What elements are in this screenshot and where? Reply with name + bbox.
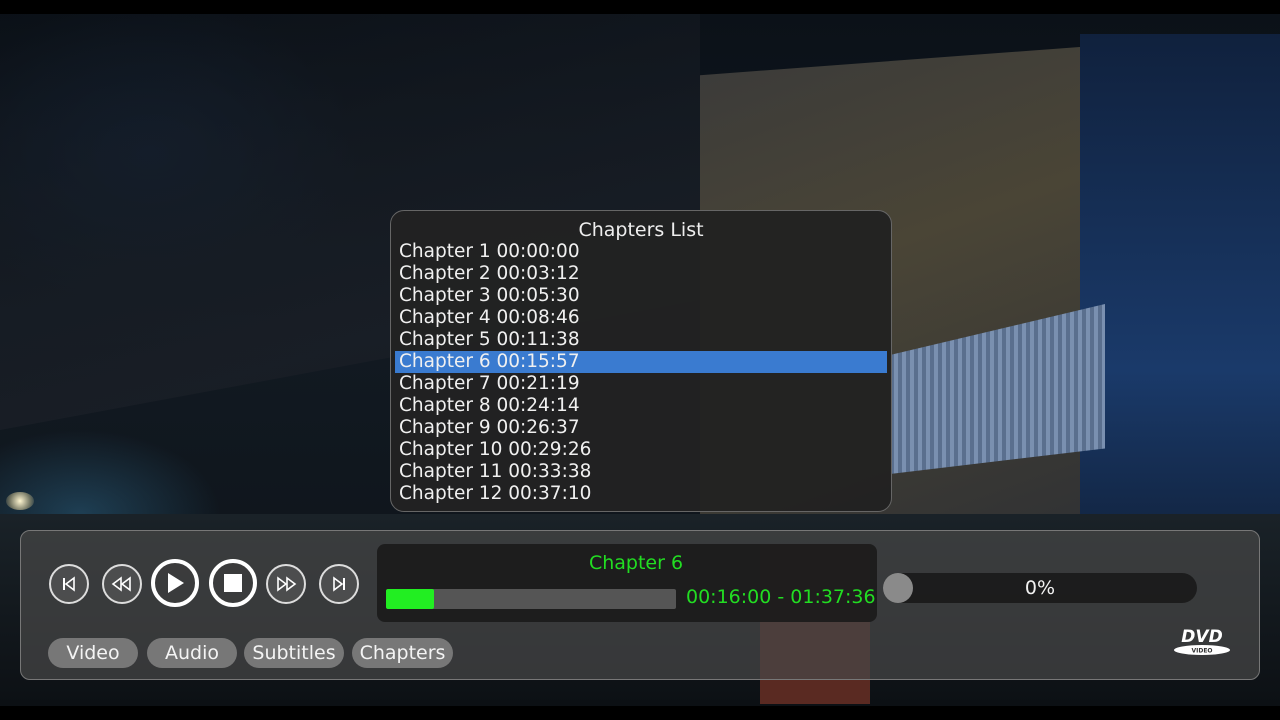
fast-forward-icon (275, 576, 297, 592)
seek-bar[interactable] (386, 589, 676, 609)
skip-previous-icon (61, 576, 77, 592)
fast-forward-button[interactable] (266, 564, 306, 604)
chapter-item[interactable]: Chapter 10 00:29:26 (395, 439, 887, 461)
chapters-list-title: Chapters List (578, 219, 704, 241)
chapter-item[interactable]: Chapter 5 00:11:38 (395, 329, 887, 351)
chapter-item[interactable]: Chapter 9 00:26:37 (395, 417, 887, 439)
control-bar: Video Audio Subtitles Chapters Chapter 6… (20, 530, 1260, 680)
chapter-item[interactable]: Chapter 7 00:21:19 (395, 373, 887, 395)
chapter-item[interactable]: Chapter 4 00:08:46 (395, 307, 887, 329)
video-menu-button[interactable]: Video (48, 638, 138, 668)
chapter-item[interactable]: Chapter 3 00:05:30 (395, 285, 887, 307)
next-chapter-button[interactable] (319, 564, 359, 604)
now-playing-panel: Chapter 6 00:16:00 - 01:37:36 (377, 544, 877, 622)
chapter-item[interactable]: Chapter 12 00:37:10 (395, 483, 887, 505)
volume-label: 0% (1024, 577, 1056, 599)
chapters-list-panel: Chapters List Chapter 1 00:00:00 Chapter … (390, 210, 892, 512)
current-chapter-label: Chapter 6 (588, 552, 684, 574)
stop-icon (224, 574, 242, 592)
play-button[interactable] (151, 559, 199, 607)
rewind-icon (111, 576, 133, 592)
previous-chapter-button[interactable] (49, 564, 89, 604)
chapter-item-selected[interactable]: Chapter 6 00:15:57 (395, 351, 887, 373)
svg-text:VIDEO: VIDEO (1191, 648, 1212, 655)
chapter-item[interactable]: Chapter 2 00:03:12 (395, 263, 887, 285)
play-icon (165, 572, 185, 594)
skip-next-icon (331, 576, 347, 592)
blue-building (1080, 34, 1280, 594)
chapter-item[interactable]: Chapter 1 00:00:00 (395, 241, 887, 263)
street-lamp (6, 492, 34, 510)
rewind-button[interactable] (102, 564, 142, 604)
dvd-video-logo: DVD VIDEO (1171, 626, 1233, 658)
audio-menu-button[interactable]: Audio (147, 638, 237, 668)
svg-text:DVD: DVD (1181, 627, 1222, 647)
volume-slider[interactable]: 0% (883, 573, 1197, 603)
chapters-menu-button[interactable]: Chapters (352, 638, 453, 668)
subtitles-menu-button[interactable]: Subtitles (244, 638, 344, 668)
chapter-item[interactable]: Chapter 8 00:24:14 (395, 395, 887, 417)
stop-button[interactable] (209, 559, 257, 607)
time-readout: 00:16:00 - 01:37:36 (686, 586, 876, 608)
chapter-item[interactable]: Chapter 11 00:33:38 (395, 461, 887, 483)
seek-bar-fill (386, 589, 434, 609)
chapters-list[interactable]: Chapter 1 00:00:00 Chapter 2 00:03:12 Chap… (395, 241, 887, 505)
